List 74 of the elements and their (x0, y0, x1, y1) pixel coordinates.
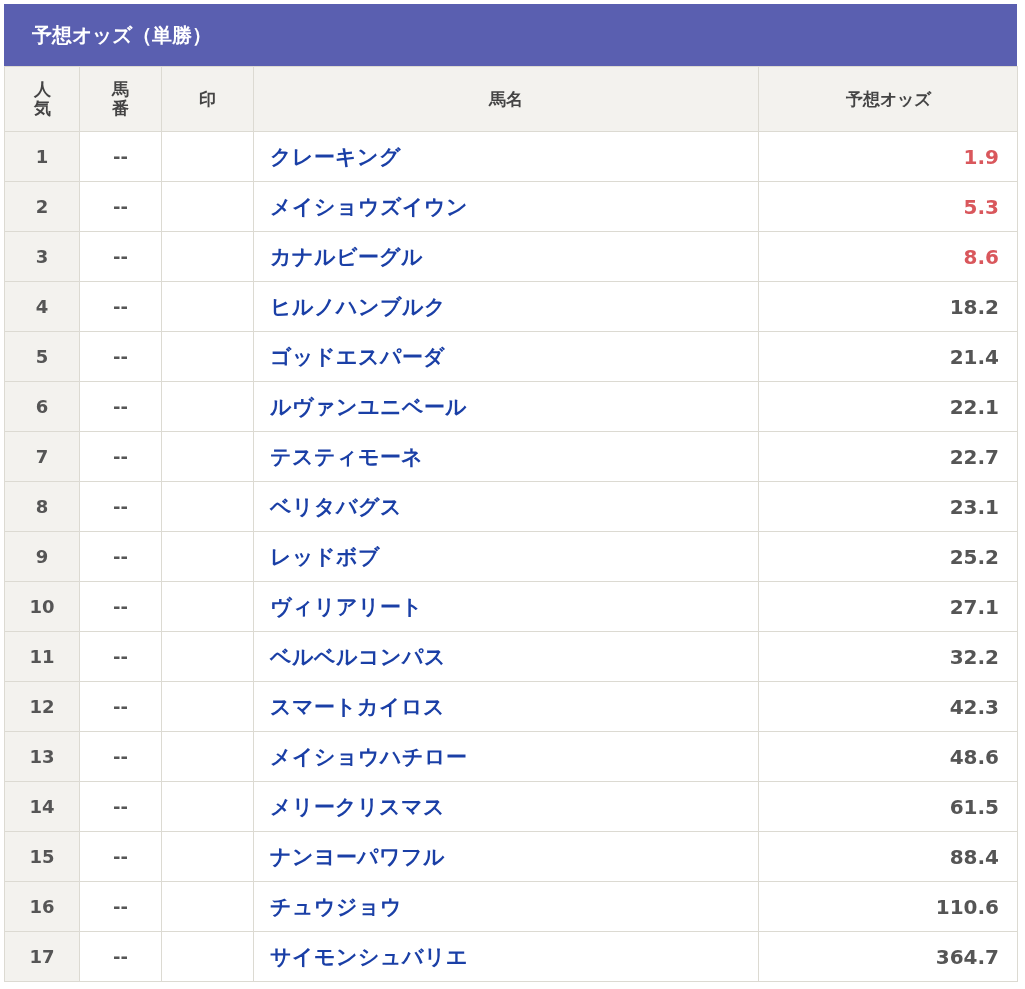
rank-cell: 11 (4, 631, 80, 682)
rank-cell: 16 (4, 881, 80, 932)
odds-cell: 18.2 (758, 281, 1018, 332)
horse-name-link[interactable]: サイモンシュバリエ (270, 944, 468, 969)
odds-cell: 1.9 (758, 131, 1018, 182)
rank-cell: 3 (4, 231, 80, 282)
number-cell: -- (79, 781, 162, 832)
number-cell: -- (79, 431, 162, 482)
odds-cell: 5.3 (758, 181, 1018, 232)
number-cell: -- (79, 481, 162, 532)
number-cell: -- (79, 231, 162, 282)
number-cell: -- (79, 181, 162, 232)
odds-cell: 32.2 (758, 631, 1018, 682)
number-cell: -- (79, 931, 162, 982)
number-cell: -- (79, 831, 162, 882)
number-cell: -- (79, 681, 162, 732)
horse-name-link[interactable]: ヴィリアリート (270, 594, 423, 619)
rank-cell: 6 (4, 381, 80, 432)
odds-cell: 25.2 (758, 531, 1018, 582)
horse-name-link[interactable]: ベリタバグス (270, 494, 402, 519)
odds-cell: 22.7 (758, 431, 1018, 482)
horse-name-link[interactable]: ゴッドエスパーダ (270, 344, 445, 369)
odds-cell: 42.3 (758, 681, 1018, 732)
rank-cell: 10 (4, 581, 80, 632)
horse-name-link[interactable]: メイショウハチロー (270, 744, 467, 769)
odds-cell: 110.6 (758, 881, 1018, 932)
horse-name-link[interactable]: メイショウズイウン (270, 194, 468, 219)
horse-name-link[interactable]: カナルビーグル (270, 244, 423, 269)
rank-cell: 5 (4, 331, 80, 382)
number-cell: -- (79, 281, 162, 332)
column-header: 印 (161, 66, 254, 132)
odds-cell: 48.6 (758, 731, 1018, 782)
horse-name-link[interactable]: レッドボブ (270, 544, 380, 569)
rank-cell: 1 (4, 131, 80, 182)
rank-cell: 14 (4, 781, 80, 832)
odds-cell: 61.5 (758, 781, 1018, 832)
column-header: 人気 (4, 66, 80, 132)
rank-cell: 17 (4, 931, 80, 982)
horse-name-link[interactable]: ナンヨーパワフル (270, 844, 445, 869)
rank-cell: 4 (4, 281, 80, 332)
number-cell: -- (79, 581, 162, 632)
number-cell: -- (79, 731, 162, 782)
column-header: 予想オッズ (758, 66, 1018, 132)
column-header: 馬名 (253, 66, 759, 132)
horse-name-link[interactable]: テスティモーネ (270, 444, 423, 469)
rank-cell: 9 (4, 531, 80, 582)
number-cell: -- (79, 331, 162, 382)
horse-name-link[interactable]: ベルベルコンパス (270, 644, 446, 669)
horse-name-link[interactable]: メリークリスマス (270, 794, 445, 819)
odds-cell: 27.1 (758, 581, 1018, 632)
rank-cell: 15 (4, 831, 80, 882)
number-cell: -- (79, 881, 162, 932)
number-cell: -- (79, 531, 162, 582)
number-cell: -- (79, 381, 162, 432)
odds-cell: 23.1 (758, 481, 1018, 532)
rank-cell: 7 (4, 431, 80, 482)
horse-name-link[interactable]: スマートカイロス (270, 694, 445, 719)
number-cell: -- (79, 631, 162, 682)
rank-cell: 13 (4, 731, 80, 782)
rank-cell: 8 (4, 481, 80, 532)
horse-name-link[interactable]: クレーキング (270, 144, 401, 169)
odds-cell: 22.1 (758, 381, 1018, 432)
column-header: 馬番 (79, 66, 162, 132)
odds-cell: 21.4 (758, 331, 1018, 382)
rank-cell: 12 (4, 681, 80, 732)
odds-cell: 88.4 (758, 831, 1018, 882)
number-cell: -- (79, 131, 162, 182)
horse-name-link[interactable]: ルヴァンユニベール (270, 394, 467, 419)
odds-cell: 8.6 (758, 231, 1018, 282)
table-title: 予想オッズ（単勝） (4, 4, 1017, 66)
rank-cell: 2 (4, 181, 80, 232)
horse-name-link[interactable]: チュウジョウ (270, 894, 402, 919)
odds-cell: 364.7 (758, 931, 1018, 982)
horse-name-link[interactable]: ヒルノハンブルク (270, 294, 446, 319)
